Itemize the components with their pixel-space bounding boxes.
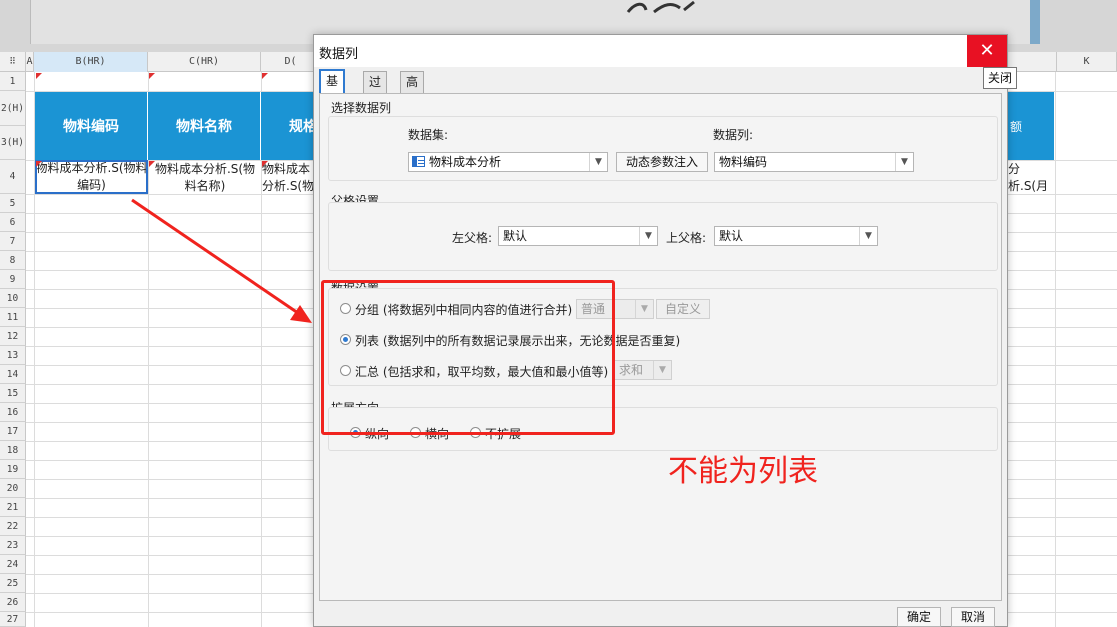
row-header-8[interactable]: 8 [0,251,26,270]
summary-mode-select[interactable]: 求和 ▼ [614,360,672,380]
header-cell-material-name[interactable]: 物料名称 [148,92,261,160]
dataset-select[interactable]: 物料成本分析 ▼ [408,152,608,172]
column-select[interactable]: 物料编码 ▼ [714,152,914,172]
handwriting-mark [626,0,695,14]
column-value: 物料编码 [719,155,768,169]
cell-marker [149,73,155,79]
cell-b4[interactable]: 物料成本分析.S(物料编码) [35,160,148,194]
top-parent-select[interactable]: 默认 ▼ [714,226,878,246]
row-header-12[interactable]: 12 [0,327,26,346]
chevron-down-icon: ▼ [859,227,877,245]
row-header-2[interactable]: 2(H) [0,91,26,126]
left-parent-label: 左父格: [452,231,493,245]
chevron-down-icon: ▼ [653,361,671,379]
dialog-titlebar[interactable]: 数据列 ✕ [314,35,1007,67]
cell-d4[interactable]: 物料成本分析.S(物料规格 [262,161,318,194]
custom-button[interactable]: 自定义 [656,299,710,319]
cell-marker [262,161,268,167]
left-parent-select[interactable]: 默认 ▼ [498,226,658,246]
annotation-text: 不能为列表 [668,454,818,489]
row-header-14[interactable]: 14 [0,365,26,384]
dialog-title: 数据列 [319,47,359,62]
dataset-icon [412,156,425,167]
tab-filter[interactable]: 过滤 [363,71,388,109]
cell-marker [36,73,42,79]
column-header-k[interactable]: K [1056,52,1117,72]
row-header-25[interactable]: 25 [0,574,26,593]
cell-marker [149,161,155,167]
row-header-22[interactable]: 22 [0,517,26,536]
tab-basic[interactable]: 基本 [319,69,346,109]
dataset-value: 物料成本分析 [429,155,502,169]
row-header-21[interactable]: 21 [0,498,26,517]
cell-marker [262,73,268,79]
column-header-d[interactable]: D( [261,52,321,72]
top-parent-value: 默认 [719,229,744,243]
parent-group [328,202,998,271]
row-header-10[interactable]: 10 [0,289,26,308]
row-header-16[interactable]: 16 [0,403,26,422]
tab-advanced[interactable]: 高级 [400,71,425,109]
ok-button[interactable]: 确定 [897,607,941,627]
close-tooltip: 关闭 [983,67,1017,89]
summary-mode-value: 求和 [619,363,644,377]
row-header-26[interactable]: 26 [0,593,26,612]
column-header-a[interactable]: A [26,52,34,72]
row-header-3[interactable]: 3(H) [0,126,26,160]
cell-j4[interactable]: 分析.S(月本金额) [1008,161,1055,194]
row-header-27[interactable]: 27 [0,612,26,627]
row-header-18[interactable]: 18 [0,441,26,460]
row-header-13[interactable]: 13 [0,346,26,365]
dataset-label: 数据集: [408,128,449,142]
row-header-20[interactable]: 20 [0,479,26,498]
column-label: 数据列: [713,128,754,142]
chevron-down-icon: ▼ [639,227,657,245]
cancel-button[interactable]: 取消 [951,607,995,627]
top-parent-label: 上父格: [666,231,707,245]
scrollbar[interactable] [1030,0,1040,44]
row-header-4[interactable]: 4 [0,160,26,194]
select-all-corner[interactable]: ⠿ [0,52,26,72]
row-header-9[interactable]: 9 [0,270,26,289]
close-icon: ✕ [979,40,995,61]
row-header-6[interactable]: 6 [0,213,26,232]
cell-marker [36,161,42,167]
chevron-down-icon: ▼ [635,300,653,318]
header-cell-material-code[interactable]: 物料编码 [35,92,148,160]
annotation-highlight-box [321,280,615,435]
chevron-down-icon: ▼ [895,153,913,171]
grid-line [1055,72,1056,627]
header-cell-spec[interactable]: 规格 [261,92,321,160]
header-cell-amount[interactable]: 额 [1008,92,1055,160]
row-header-24[interactable]: 24 [0,555,26,574]
row-header-7[interactable]: 7 [0,232,26,251]
chevron-down-icon: ▼ [589,153,607,171]
cell-c4[interactable]: 物料成本分析.S(物料名称) [149,161,261,194]
row-header-17[interactable]: 17 [0,422,26,441]
section-title-select-column: 选择数据列 [331,101,392,115]
column-header-b[interactable]: B(HR) [34,52,148,72]
row-header-1[interactable]: 1 [0,72,26,91]
row-header-23[interactable]: 23 [0,536,26,555]
row-header-5[interactable]: 5 [0,194,26,213]
dynamic-param-button[interactable]: 动态参数注入 [616,152,708,172]
left-parent-value: 默认 [503,229,528,243]
row-header-19[interactable]: 19 [0,460,26,479]
column-header-c[interactable]: C(HR) [148,52,261,72]
row-header-15[interactable]: 15 [0,384,26,403]
close-button[interactable]: ✕ [967,35,1007,67]
row-header-11[interactable]: 11 [0,308,26,327]
